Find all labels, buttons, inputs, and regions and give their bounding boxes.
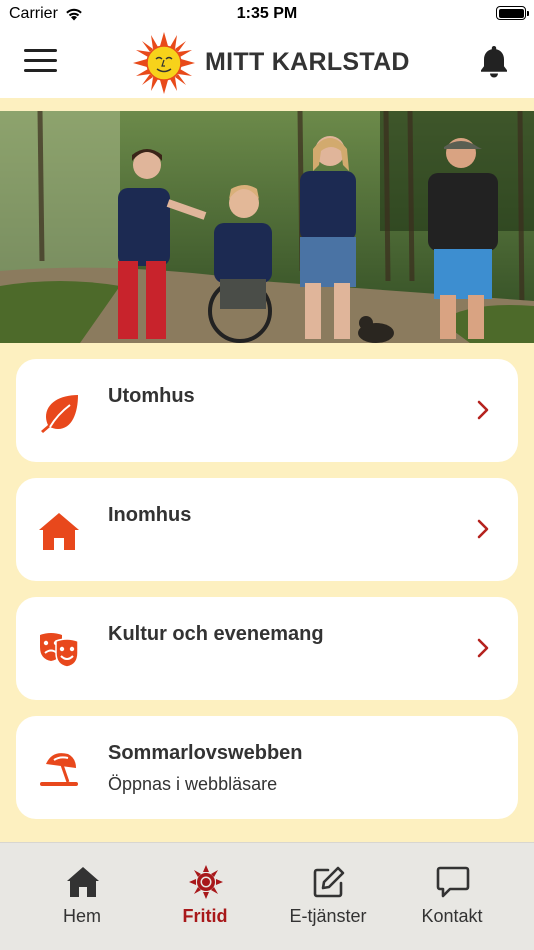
bell-icon[interactable]: [480, 44, 508, 78]
card-sommarlovswebben[interactable]: Sommarlovswebben Öppnas i webbläsare: [16, 716, 518, 819]
chevron-right-icon: [477, 400, 489, 420]
card-title: Utomhus: [108, 385, 195, 407]
sun-logo: [133, 32, 195, 94]
card-inomhus[interactable]: Inomhus: [16, 478, 518, 581]
house-icon: [39, 513, 79, 550]
chat-icon: [436, 866, 470, 898]
beach-umbrella-icon: [40, 753, 78, 786]
tab-bar: Hem Fritid E-tjänster Kontakt: [0, 842, 534, 950]
card-utomhus[interactable]: Utomhus: [16, 359, 518, 462]
app-title: MITT KARLSTAD: [205, 48, 410, 76]
clock: 1:35 PM: [236, 5, 298, 22]
leaf-icon: [41, 395, 78, 433]
card-subtitle: Öppnas i webbläsare: [108, 774, 278, 794]
hero-image: [0, 111, 534, 343]
tab-e-tjanster[interactable]: E-tjänster: [266, 843, 390, 950]
tab-label: Fritid: [182, 906, 228, 926]
chevron-right-icon: [477, 519, 489, 539]
card-title: Kultur och evenemang: [108, 623, 324, 645]
tab-hem[interactable]: Hem: [20, 843, 144, 950]
hamburger-icon[interactable]: [24, 49, 57, 75]
tab-label: Kontakt: [421, 906, 483, 926]
theater-masks-icon: [40, 633, 79, 668]
status-bar: Carrier 1:35 PM: [0, 0, 534, 28]
sun-icon: [189, 865, 223, 899]
card-title: Sommarlovswebben: [108, 742, 303, 764]
chevron-right-icon: [477, 638, 489, 658]
card-kultur-och-evenemang[interactable]: Kultur och evenemang: [16, 597, 518, 700]
battery-icon: [496, 6, 529, 20]
tab-label: Hem: [62, 906, 101, 926]
tab-fritid[interactable]: Fritid: [143, 843, 267, 950]
category-list: Utomhus Inomhus Kultur och evenemang Som…: [16, 359, 518, 835]
app-header: MITT KARLSTAD: [0, 28, 534, 98]
card-title: Inomhus: [108, 504, 192, 526]
home-icon: [67, 867, 99, 897]
edit-icon: [313, 866, 345, 898]
tab-label: E-tjänster: [289, 906, 367, 926]
tab-kontakt[interactable]: Kontakt: [390, 843, 514, 950]
